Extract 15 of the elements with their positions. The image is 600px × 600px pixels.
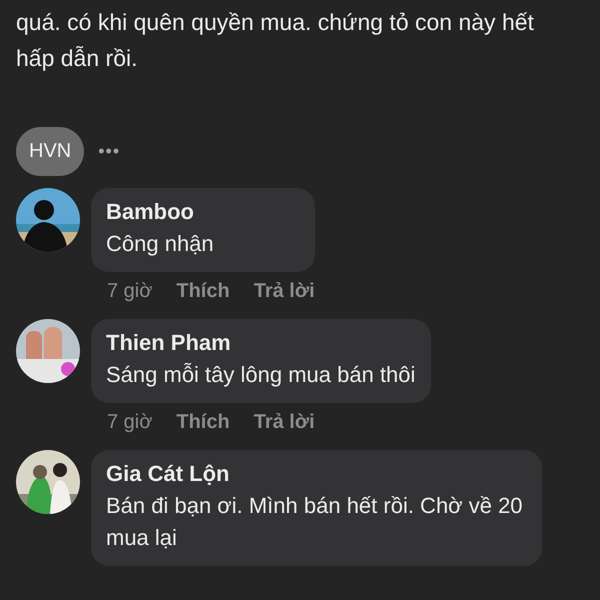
comment-time: 7 giờ xyxy=(107,280,152,303)
commenter-name[interactable]: Gia Cát Lộn xyxy=(106,460,526,488)
commenter-name[interactable]: Bamboo xyxy=(106,198,299,226)
author-chip[interactable]: HVN xyxy=(16,127,84,176)
reply-link[interactable]: Trả lời xyxy=(254,411,315,434)
comment-text: Sáng mỗi tây lông mua bán thôi xyxy=(106,361,416,389)
like-link[interactable]: Thích xyxy=(176,280,230,303)
post-text: quá. có khi quên quyền mua. chứng tỏ con này hết hấp dẫn rồi. xyxy=(16,8,535,73)
more-button[interactable]: ••• xyxy=(98,141,120,162)
comment-text: Bán đi bạn ơi. Mình bán hết rồi. Chờ về 20 mua lại xyxy=(106,492,524,552)
comment-time: 7 giờ xyxy=(107,411,152,434)
like-link[interactable]: Thích xyxy=(176,411,230,434)
reply-link[interactable]: Trả lời xyxy=(254,280,315,303)
comment-text: Công nhận xyxy=(106,230,215,258)
commenter-name[interactable]: Thien Pham xyxy=(106,329,416,357)
